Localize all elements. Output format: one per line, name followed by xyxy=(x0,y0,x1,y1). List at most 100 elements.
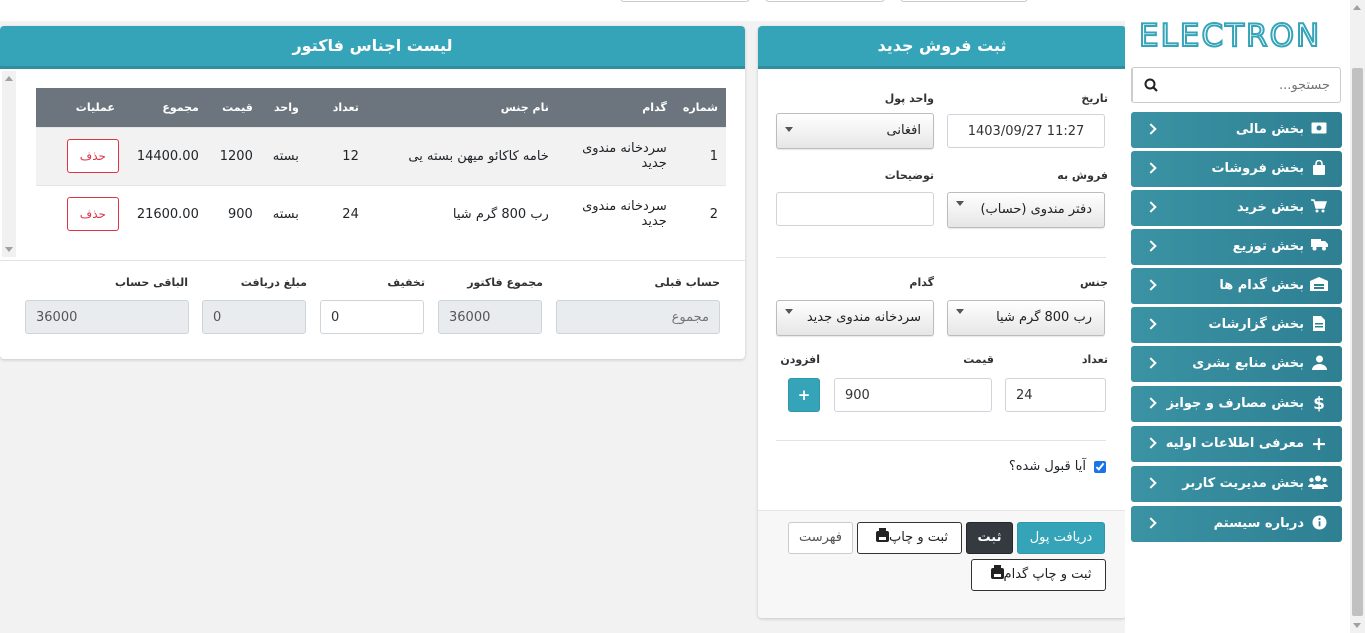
date-input[interactable] xyxy=(947,114,1105,148)
chevron-left-icon xyxy=(1145,318,1157,330)
scrollbar-thumb[interactable] xyxy=(1352,68,1363,616)
warehouse-icon xyxy=(1310,277,1328,295)
sidebar-item-finance[interactable]: بخش مالی xyxy=(1131,112,1342,148)
invoice-total-input[interactable] xyxy=(438,300,542,334)
accepted-checkbox[interactable] xyxy=(1094,460,1106,473)
col-number: شماره xyxy=(674,88,726,127)
notes-input[interactable] xyxy=(776,192,934,226)
user-icon xyxy=(1310,355,1328,373)
prev-account-label: حساب قبلی xyxy=(654,276,720,289)
sidebar-item-label: بخش خرید xyxy=(1237,200,1304,215)
discount-label: تخفیف xyxy=(387,276,425,289)
sidebar-item-warehouses[interactable]: بخش گدام ها xyxy=(1131,268,1342,304)
sidebar-item-sales[interactable]: بخش فروشات xyxy=(1131,151,1342,187)
sidebar-item-hr[interactable]: بخش منابع بشری xyxy=(1131,346,1342,382)
invoice-title: لیست اجناس فاکتور xyxy=(0,26,745,69)
sidebar-item-user-management[interactable]: بخش مدیریت کاربر xyxy=(1131,466,1342,502)
col-price: قیمت xyxy=(206,88,261,127)
sidebar-item-distribution[interactable]: بخش توزیع xyxy=(1131,229,1342,265)
page-scrollbar[interactable] xyxy=(1350,0,1365,633)
search-icon xyxy=(1144,78,1158,92)
prev-account-input[interactable] xyxy=(556,300,720,334)
cell-unit: بسته xyxy=(260,126,307,185)
cell-number: 2 xyxy=(674,184,726,243)
list-button[interactable]: فهرست xyxy=(788,522,853,554)
chevron-left-icon xyxy=(1145,477,1157,489)
cell-number: 1 xyxy=(674,126,726,185)
table-scrollbar[interactable] xyxy=(2,71,16,257)
chevron-down-icon xyxy=(785,127,793,132)
sidebar-item-basic-info[interactable]: + معرفی اطلاعات اولیه xyxy=(1131,426,1342,462)
remaining-label: الباقی حساب xyxy=(115,276,188,289)
search-button[interactable] xyxy=(1132,68,1168,102)
logo-text: ELECTRON xyxy=(1139,18,1321,52)
item-value: رب 800 گرم شیا xyxy=(996,310,1092,325)
currency-select[interactable]: افغانی xyxy=(776,113,934,149)
remaining-input[interactable] xyxy=(25,300,189,334)
sidebar-item-label: بخش توزیع xyxy=(1232,239,1304,254)
invoice-table: شماره گدام نام جنس تعداد واحد قیمت مجموع… xyxy=(36,88,726,243)
sell-to-select[interactable]: دفتر مندوی (حساب) xyxy=(947,192,1105,228)
receive-money-button[interactable]: دریافت پول xyxy=(1017,522,1105,554)
chevron-left-icon xyxy=(1145,201,1157,213)
cell-price: 1200 xyxy=(206,126,261,185)
money-icon xyxy=(1310,121,1328,139)
cell-unit: بسته xyxy=(260,184,307,243)
cell-qty: 12 xyxy=(306,126,367,185)
warehouse-select[interactable]: سردخانه مندوی جدید xyxy=(776,300,934,336)
chevron-left-icon xyxy=(1145,123,1157,135)
col-unit: واحد xyxy=(260,88,307,127)
save-print-warehouse-button[interactable]: ثبت و چاپ گدام xyxy=(971,559,1106,591)
sell-to-label: فروش به xyxy=(1057,169,1108,182)
delete-button[interactable]: حذف xyxy=(66,197,119,232)
item-label: جنس xyxy=(1080,276,1108,289)
search-input[interactable] xyxy=(1169,68,1340,102)
qty-label: تعداد xyxy=(1081,353,1108,366)
chevron-left-icon xyxy=(1145,357,1157,369)
col-ops: عملیات xyxy=(36,88,123,127)
sale-form-title: ثبت فروش جدید xyxy=(758,26,1126,69)
sidebar-item-reports[interactable]: بخش گزارشات xyxy=(1131,307,1342,343)
col-warehouse: گدام xyxy=(556,88,675,127)
qty-input[interactable] xyxy=(1005,378,1106,412)
users-icon xyxy=(1308,475,1328,493)
table-row: 1 سردخانه مندوی جدید خامه کاکائو میهن بس… xyxy=(36,126,726,185)
cell-warehouse: سردخانه مندوی جدید xyxy=(556,126,675,185)
sidebar-item-label: معرفی اطلاعات اولیه xyxy=(1165,436,1304,451)
sidebar-item-label: بخش فروشات xyxy=(1211,161,1304,176)
save-print-button[interactable]: ثبت و چاپ xyxy=(857,522,962,554)
col-qty: تعداد xyxy=(306,88,367,127)
chevron-left-icon xyxy=(1145,397,1157,409)
save-print-label: ثبت و چاپ xyxy=(888,530,949,545)
top-tab[interactable] xyxy=(900,0,1028,2)
sidebar-item-label: بخش مدیریت کاربر xyxy=(1182,476,1304,491)
add-item-button[interactable]: + xyxy=(788,378,820,412)
top-tab[interactable] xyxy=(620,0,750,2)
save-button[interactable]: ثبت xyxy=(966,522,1013,554)
save-print-warehouse-label: ثبت و چاپ گدام xyxy=(1003,567,1092,582)
sale-form-card: ثبت فروش جدید تاریخ واحد پول افغانی فروش… xyxy=(758,26,1126,618)
received-input[interactable] xyxy=(202,300,306,334)
sidebar-item-label: بخش منابع بشری xyxy=(1192,356,1304,371)
sidebar-item-label: درباره سیستم xyxy=(1213,516,1304,531)
received-label: مبلغ دریافت xyxy=(240,276,307,289)
cell-item: خامه کاکائو میهن بسته یی xyxy=(366,126,557,185)
cell-ops: حذف xyxy=(36,126,123,185)
cell-qty: 24 xyxy=(306,184,367,243)
sidebar-item-about[interactable]: درباره سیستم xyxy=(1131,506,1342,542)
info-icon xyxy=(1310,515,1328,533)
discount-input[interactable] xyxy=(320,300,424,334)
currency-label: واحد پول xyxy=(884,92,934,105)
item-select[interactable]: رب 800 گرم شیا xyxy=(947,300,1105,336)
delete-button[interactable]: حذف xyxy=(66,139,119,173)
sidebar-item-expenses[interactable]: $ بخش مصارف و جوایز xyxy=(1131,386,1342,422)
top-tab[interactable] xyxy=(765,0,885,2)
price-input[interactable] xyxy=(834,378,992,412)
invoice-total-label: مجموع فاکتور xyxy=(467,276,543,289)
cell-price: 900 xyxy=(206,184,261,243)
sidebar-item-label: بخش مالی xyxy=(1235,122,1304,137)
date-label: تاریخ xyxy=(1081,92,1108,105)
add-label: افزودن xyxy=(780,353,820,366)
shopping-bag-icon xyxy=(1310,159,1328,178)
sidebar-item-purchase[interactable]: بخش خرید xyxy=(1131,190,1342,226)
